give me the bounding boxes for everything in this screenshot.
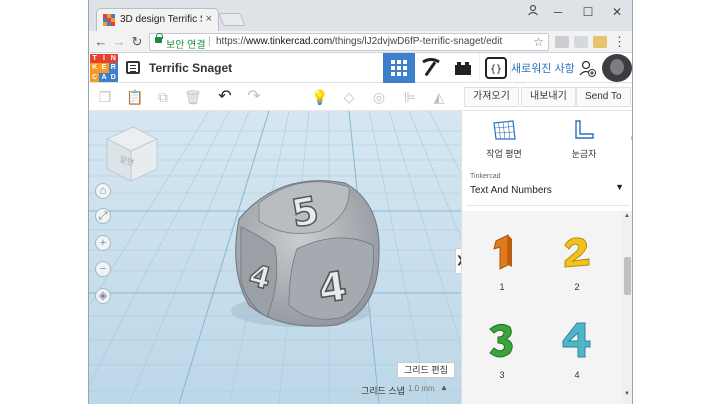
scroll-down-icon[interactable]: ▼ [624, 391, 630, 397]
number-four-shape [562, 322, 591, 358]
shape-library-select[interactable]: Tinkercad Text And Numbers ▼ [466, 168, 630, 206]
user-profile-icon[interactable] [527, 4, 539, 19]
avatar[interactable] [602, 54, 632, 82]
delete-icon[interactable]: 🗑 [184, 89, 202, 105]
align-icon[interactable]: ⊫ [402, 89, 418, 105]
mirror-icon[interactable]: ◭ [431, 89, 447, 105]
shape-number-4[interactable]: 4 [542, 319, 612, 380]
home-view-icon[interactable]: ⌂ [95, 183, 111, 199]
ruler-icon [575, 120, 594, 139]
close-window-button[interactable]: ✕ [603, 3, 631, 21]
address-bar-row: ← → ↻ 보안 연결 | https://www.tinkercad.com/… [89, 31, 632, 53]
extension-icon[interactable] [593, 36, 607, 48]
shape-number-3[interactable]: 3 [467, 319, 537, 380]
design-title[interactable]: Terrific Snaget [149, 61, 232, 75]
url-text: https://www.tinkercad.com/things/lJ2dvjw… [216, 36, 503, 47]
shape-grid: 1 2 3 4 [462, 211, 622, 404]
forward-arrow-icon[interactable]: → [111, 34, 127, 50]
extension-icon[interactable] [574, 36, 588, 48]
design-list-icon[interactable] [126, 61, 140, 74]
snap-grid-caret-icon[interactable]: ▲ [440, 383, 448, 392]
reload-icon[interactable]: ↻ [129, 34, 145, 50]
perspective-icon[interactable]: ◈ [95, 288, 111, 304]
paste-icon[interactable]: 📋 [126, 89, 143, 105]
shape-number-1[interactable]: 1 [467, 231, 537, 292]
minimize-button[interactable]: ─ [544, 3, 572, 21]
extension-icon[interactable] [555, 36, 569, 48]
browser-tab[interactable]: 3D design Terrific Snage × [96, 8, 219, 31]
url-separator: | [208, 36, 211, 47]
grid-icon [391, 60, 407, 76]
dropdown-caret-icon: ▼ [615, 182, 624, 192]
back-arrow-icon[interactable]: ← [93, 34, 109, 50]
edit-toolbar: ❐ 📋 ⧉ 🗑 ↶ ↷ 💡 ◇ ◎ ⊫ ◭ 가져오기 내보내기 Send To [89, 83, 632, 111]
number-two-shape [564, 237, 590, 268]
tab-title: 3D design Terrific Snage [120, 14, 202, 25]
url-input[interactable]: 보안 연결 | https://www.tinkercad.com/things… [149, 33, 549, 51]
send-to-button[interactable]: Send To [576, 87, 631, 107]
export-button[interactable]: 내보내기 [521, 87, 576, 107]
light-bulb-icon[interactable]: 💡 [311, 89, 328, 105]
3d-viewport[interactable]: 앞면 5 4 4 ⌂ ⤢ + − ◈ 그리드 편집 그리드 스냅 1.0 mm … [89, 111, 461, 404]
whats-new-link[interactable]: 새로워진 사항 [511, 60, 575, 76]
ruler-tool[interactable]: 눈금자 [544, 119, 624, 160]
workplane-grid: 앞면 5 4 4 [89, 111, 461, 404]
zoom-in-icon[interactable]: + [95, 235, 111, 251]
new-tab-button[interactable] [218, 13, 246, 26]
group-icon[interactable]: ◎ [371, 89, 387, 105]
snap-grid-label: 그리드 스냅 [361, 386, 405, 396]
fit-view-icon[interactable]: ⤢ [95, 208, 111, 224]
redo-icon[interactable]: ↷ [246, 89, 262, 105]
lock-icon [155, 33, 163, 43]
tinkercad-header: T I N K E R C A D Terrific Snaget {} 새로워… [89, 53, 632, 83]
mouse-cursor-icon: ↖ [630, 132, 632, 146]
pickaxe-icon [422, 58, 440, 77]
workplane-icon [493, 120, 516, 140]
number-one-shape [493, 234, 512, 270]
3d-design-view-button[interactable] [383, 53, 415, 83]
snap-grid-select[interactable]: 1.0 mm [408, 384, 435, 393]
shapes-scrollbar[interactable]: ▲ ▼ [622, 211, 632, 404]
view-cube: 앞면 [106, 126, 158, 182]
import-button[interactable]: 가져오기 [464, 87, 519, 107]
bookmark-star-icon[interactable]: ☆ [533, 35, 544, 49]
codeblocks-button[interactable]: {} [479, 53, 511, 83]
workplane-tool[interactable]: 작업 평면 [464, 119, 544, 160]
shapes-panel: 작업 평면 눈금자 Tinkercad Text And Numbers ▼ 1 [461, 111, 632, 404]
browser-menu-icon[interactable]: ⋮ [613, 34, 626, 50]
minecraft-view-button[interactable] [415, 53, 447, 83]
brick-icon [455, 62, 471, 75]
secure-label: 보안 연결 [166, 40, 206, 51]
undo-icon[interactable]: ↶ [217, 89, 233, 105]
scroll-up-icon[interactable]: ▲ [624, 213, 630, 219]
shape-number-2[interactable]: 2 [542, 231, 612, 292]
copy-icon[interactable]: ❐ [97, 89, 113, 105]
bricks-view-button[interactable] [447, 53, 479, 83]
zoom-out-icon[interactable]: − [95, 261, 111, 277]
tinkercad-logo[interactable]: T I N K E R C A D [90, 54, 118, 82]
svg-text:{}: {} [490, 64, 502, 75]
edit-grid-button[interactable]: 그리드 편집 [397, 362, 455, 378]
shape-icon[interactable]: ◇ [341, 89, 357, 105]
scroll-thumb[interactable] [624, 257, 631, 295]
title-bar: 3D design Terrific Snage × ─ ☐ ✕ [89, 0, 632, 31]
duplicate-icon[interactable]: ⧉ [155, 89, 171, 105]
maximize-button[interactable]: ☐ [574, 3, 602, 21]
add-user-icon[interactable] [578, 59, 596, 77]
code-brackets-icon: {} [485, 57, 507, 79]
tinkercad-favicon-icon [103, 14, 115, 26]
browser-window: 3D design Terrific Snage × ─ ☐ ✕ ← → ↻ 보… [88, 0, 633, 404]
tab-close-icon[interactable]: × [206, 13, 212, 25]
number-three-shape [489, 323, 513, 358]
